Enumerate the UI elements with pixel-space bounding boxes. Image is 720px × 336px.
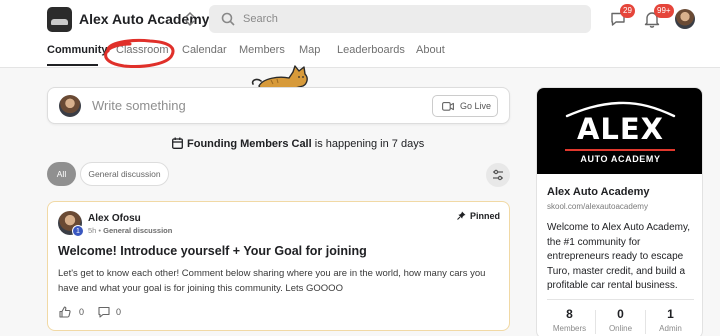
comment-icon[interactable]	[98, 306, 110, 318]
event-notice[interactable]: Founding Members Call is happening in 7 …	[172, 137, 424, 151]
level-badge: 1	[72, 225, 84, 237]
stat-online-value: 0	[617, 307, 624, 321]
event-title[interactable]: Founding Members Call	[187, 138, 312, 150]
comment-count: 0	[116, 307, 122, 317]
stat-members-value: 8	[566, 307, 573, 321]
event-suffix: is happening in 7 days	[311, 138, 425, 150]
go-live-label: Go Live	[460, 101, 492, 111]
user-avatar[interactable]	[675, 9, 695, 29]
community-url[interactable]: skool.com/alexautoacademy	[547, 202, 648, 211]
community-banner: ALEX AUTO ACADEMY	[537, 88, 702, 174]
video-camera-icon	[442, 102, 454, 111]
search-icon	[221, 12, 235, 26]
tab-about[interactable]: About	[416, 44, 445, 56]
sidebar-community-name: Alex Auto Academy	[547, 186, 650, 198]
stat-members-label: Members	[552, 324, 587, 333]
tab-members[interactable]: Members	[239, 44, 285, 56]
compose-box[interactable]: Write something Go Live	[47, 87, 510, 124]
go-live-button[interactable]: Go Live	[432, 95, 498, 117]
stats-divider	[547, 299, 694, 300]
sliders-icon	[493, 169, 503, 181]
chat-badge: 29	[620, 4, 635, 18]
pin-icon	[457, 211, 466, 220]
pinned-post-card[interactable]: 1 Alex Ofosu 5h • General discussion Pin…	[47, 201, 510, 331]
compose-avatar	[59, 95, 81, 117]
tab-community[interactable]: Community	[47, 44, 108, 56]
pinned-text: Pinned	[469, 211, 500, 221]
banner-subtitle: AUTO ACADEMY	[580, 154, 661, 164]
community-description: Welcome to Alex Auto Academy, the #1 com…	[547, 222, 691, 292]
banner-divider	[565, 149, 675, 151]
stat-admin-value: 1	[667, 307, 674, 321]
tab-leaderboards[interactable]: Leaderboards	[337, 44, 405, 56]
tab-map[interactable]: Map	[299, 44, 320, 56]
compose-placeholder[interactable]: Write something	[92, 98, 186, 113]
filter-settings-button[interactable]	[486, 163, 510, 187]
community-info-card: ALEX AUTO ACADEMY Alex Auto Academy skoo…	[536, 87, 703, 336]
pinned-label: Pinned	[457, 211, 500, 221]
post-author-name[interactable]: Alex Ofosu	[88, 213, 141, 224]
post-category[interactable]: General discussion	[103, 226, 172, 235]
active-tab-indicator	[47, 64, 98, 66]
post-title[interactable]: Welcome! Introduce yourself + Your Goal …	[58, 244, 367, 258]
like-count: 0	[79, 307, 85, 317]
stat-online-label: Online	[608, 324, 633, 333]
stat-admin-label: Admin	[659, 324, 682, 333]
post-body: Let's get to know each other! Comment be…	[58, 268, 486, 294]
search-input[interactable]	[243, 5, 573, 33]
stat-members[interactable]: 8 Members	[545, 307, 594, 333]
filter-chip-all[interactable]: All	[47, 162, 76, 186]
thumbs-up-icon[interactable]	[59, 306, 71, 318]
search-bar[interactable]	[209, 5, 591, 33]
filter-chip-general-discussion[interactable]: General discussion	[80, 162, 169, 186]
annotation-circle	[104, 39, 175, 68]
community-logo[interactable]	[47, 7, 72, 32]
tab-calendar[interactable]: Calendar	[182, 44, 227, 56]
banner-title: ALEX	[576, 112, 665, 146]
chevron-updown-icon[interactable]	[183, 9, 197, 29]
stat-admin[interactable]: 1 Admin	[646, 307, 695, 333]
notification-badge: 99+	[654, 4, 674, 18]
stat-online[interactable]: 0 Online	[596, 307, 645, 333]
calendar-icon	[172, 137, 183, 149]
post-meta: 5h • General discussion	[88, 226, 172, 235]
